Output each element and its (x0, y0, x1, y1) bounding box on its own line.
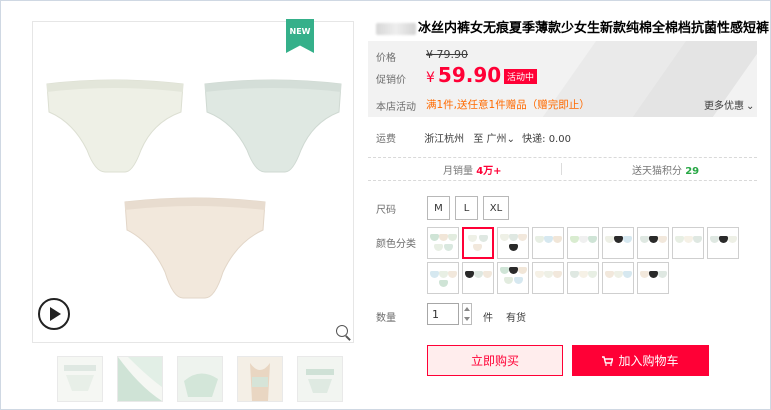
thumbnail-strip (57, 356, 343, 402)
tmall-points-label: 送天猫积分 (632, 166, 682, 177)
thumbnail[interactable] (237, 356, 283, 402)
currency-symbol: ¥ (426, 70, 435, 86)
brand-blur (376, 22, 416, 35)
price-label: 价格 (376, 53, 396, 64)
product-title-text: 冰丝内裤女无痕夏季薄款少女生新款纯棉全棉档抗菌性感短裤 (418, 21, 770, 36)
product-panty-mint (204, 79, 342, 173)
cart-icon (602, 356, 614, 366)
promo-price-value: 59.90 (437, 63, 502, 87)
main-product-image[interactable] (32, 21, 354, 343)
monthly-sales-value: 4万+ (476, 166, 502, 177)
size-option-l[interactable]: L (455, 196, 478, 220)
buy-now-button[interactable]: 立即购买 (427, 345, 563, 376)
shipping-fee: 快递: 0.00 (522, 134, 571, 145)
new-badge-label: NEW (289, 27, 311, 36)
monthly-sales: 月销量 4万+ (443, 162, 502, 177)
size-option-xl[interactable]: XL (483, 196, 509, 220)
product-panty-white (46, 79, 184, 173)
promo-active-badge: 活动中 (504, 69, 538, 84)
thumbnail[interactable] (297, 356, 343, 402)
color-swatch[interactable] (637, 227, 669, 259)
play-video-icon[interactable] (38, 298, 70, 330)
tmall-points: 送天猫积分 29 (632, 162, 699, 177)
size-option-m[interactable]: M (427, 196, 450, 220)
product-illustration (46, 79, 342, 299)
color-swatch[interactable] (567, 227, 599, 259)
product-panty-beige (124, 197, 266, 299)
color-swatch[interactable] (532, 227, 564, 259)
quantity-stepper[interactable] (462, 303, 472, 325)
color-swatch-selected[interactable] (462, 227, 494, 259)
chevron-down-icon: ⌄ (746, 101, 755, 112)
quantity-unit: 件 (483, 313, 493, 324)
quantity-input[interactable] (427, 303, 459, 325)
color-swatch[interactable] (567, 262, 599, 294)
promo-price: ¥59.90 (426, 63, 501, 87)
store-promo-label: 本店活动 (376, 102, 416, 113)
more-offers-label: 更多优惠 (704, 101, 744, 112)
promo-price-label: 促销价 (376, 75, 406, 86)
color-swatch[interactable] (427, 227, 459, 259)
more-offers-link[interactable]: 更多优惠 ⌄ (704, 97, 754, 112)
sales-stats: 月销量 4万+ 送天猫积分 29 (368, 157, 757, 181)
color-swatch[interactable] (637, 262, 669, 294)
color-swatch[interactable] (497, 227, 529, 259)
shipping-row: 运费 浙江杭州 至 广州⌄ 快递: 0.00 (376, 130, 571, 145)
price-panel: 价格 ¥ 79.90 促销价 ¥59.90 活动中 本店活动 满1件,送任意1件… (368, 41, 757, 117)
shipping-from: 浙江杭州 (424, 134, 465, 145)
color-swatch[interactable] (497, 262, 529, 294)
color-swatch[interactable] (427, 262, 459, 294)
thumbnail[interactable] (57, 356, 103, 402)
quantity-label: 数量 (376, 313, 396, 324)
thumbnail[interactable] (177, 356, 223, 402)
original-price: ¥ 79.90 (426, 48, 468, 61)
zoom-icon[interactable] (336, 325, 348, 337)
decrement-icon[interactable] (464, 317, 470, 321)
monthly-sales-label: 月销量 (443, 166, 473, 177)
buy-now-label: 立即购买 (470, 354, 519, 368)
product-title: 冰丝内裤女无痕夏季薄款少女生新款纯棉全棉档抗菌性感短裤 (376, 17, 769, 36)
tmall-points-value: 29 (685, 166, 700, 177)
shipping-label: 运费 (376, 134, 396, 145)
divider (561, 163, 562, 175)
increment-icon[interactable] (464, 307, 470, 311)
color-swatch[interactable] (602, 227, 634, 259)
shipping-destination-select[interactable]: 至 广州⌄ (473, 134, 515, 145)
store-promo-text: 满1件,送任意1件赠品（赠完即止） (426, 99, 590, 111)
color-swatch[interactable] (672, 227, 704, 259)
color-swatch[interactable] (602, 262, 634, 294)
color-category-label: 颜色分类 (376, 239, 416, 250)
color-swatch[interactable] (532, 262, 564, 294)
thumbnail[interactable] (117, 356, 163, 402)
shipping-destination: 至 广州 (473, 134, 507, 145)
add-to-cart-button[interactable]: 加入购物车 (572, 345, 709, 376)
color-swatch[interactable] (462, 262, 494, 294)
color-swatch[interactable] (707, 227, 739, 259)
stock-status: 有货 (506, 313, 526, 324)
add-to-cart-label: 加入购物车 (618, 354, 679, 368)
size-label: 尺码 (376, 205, 396, 216)
chevron-down-icon: ⌄ (506, 134, 515, 145)
